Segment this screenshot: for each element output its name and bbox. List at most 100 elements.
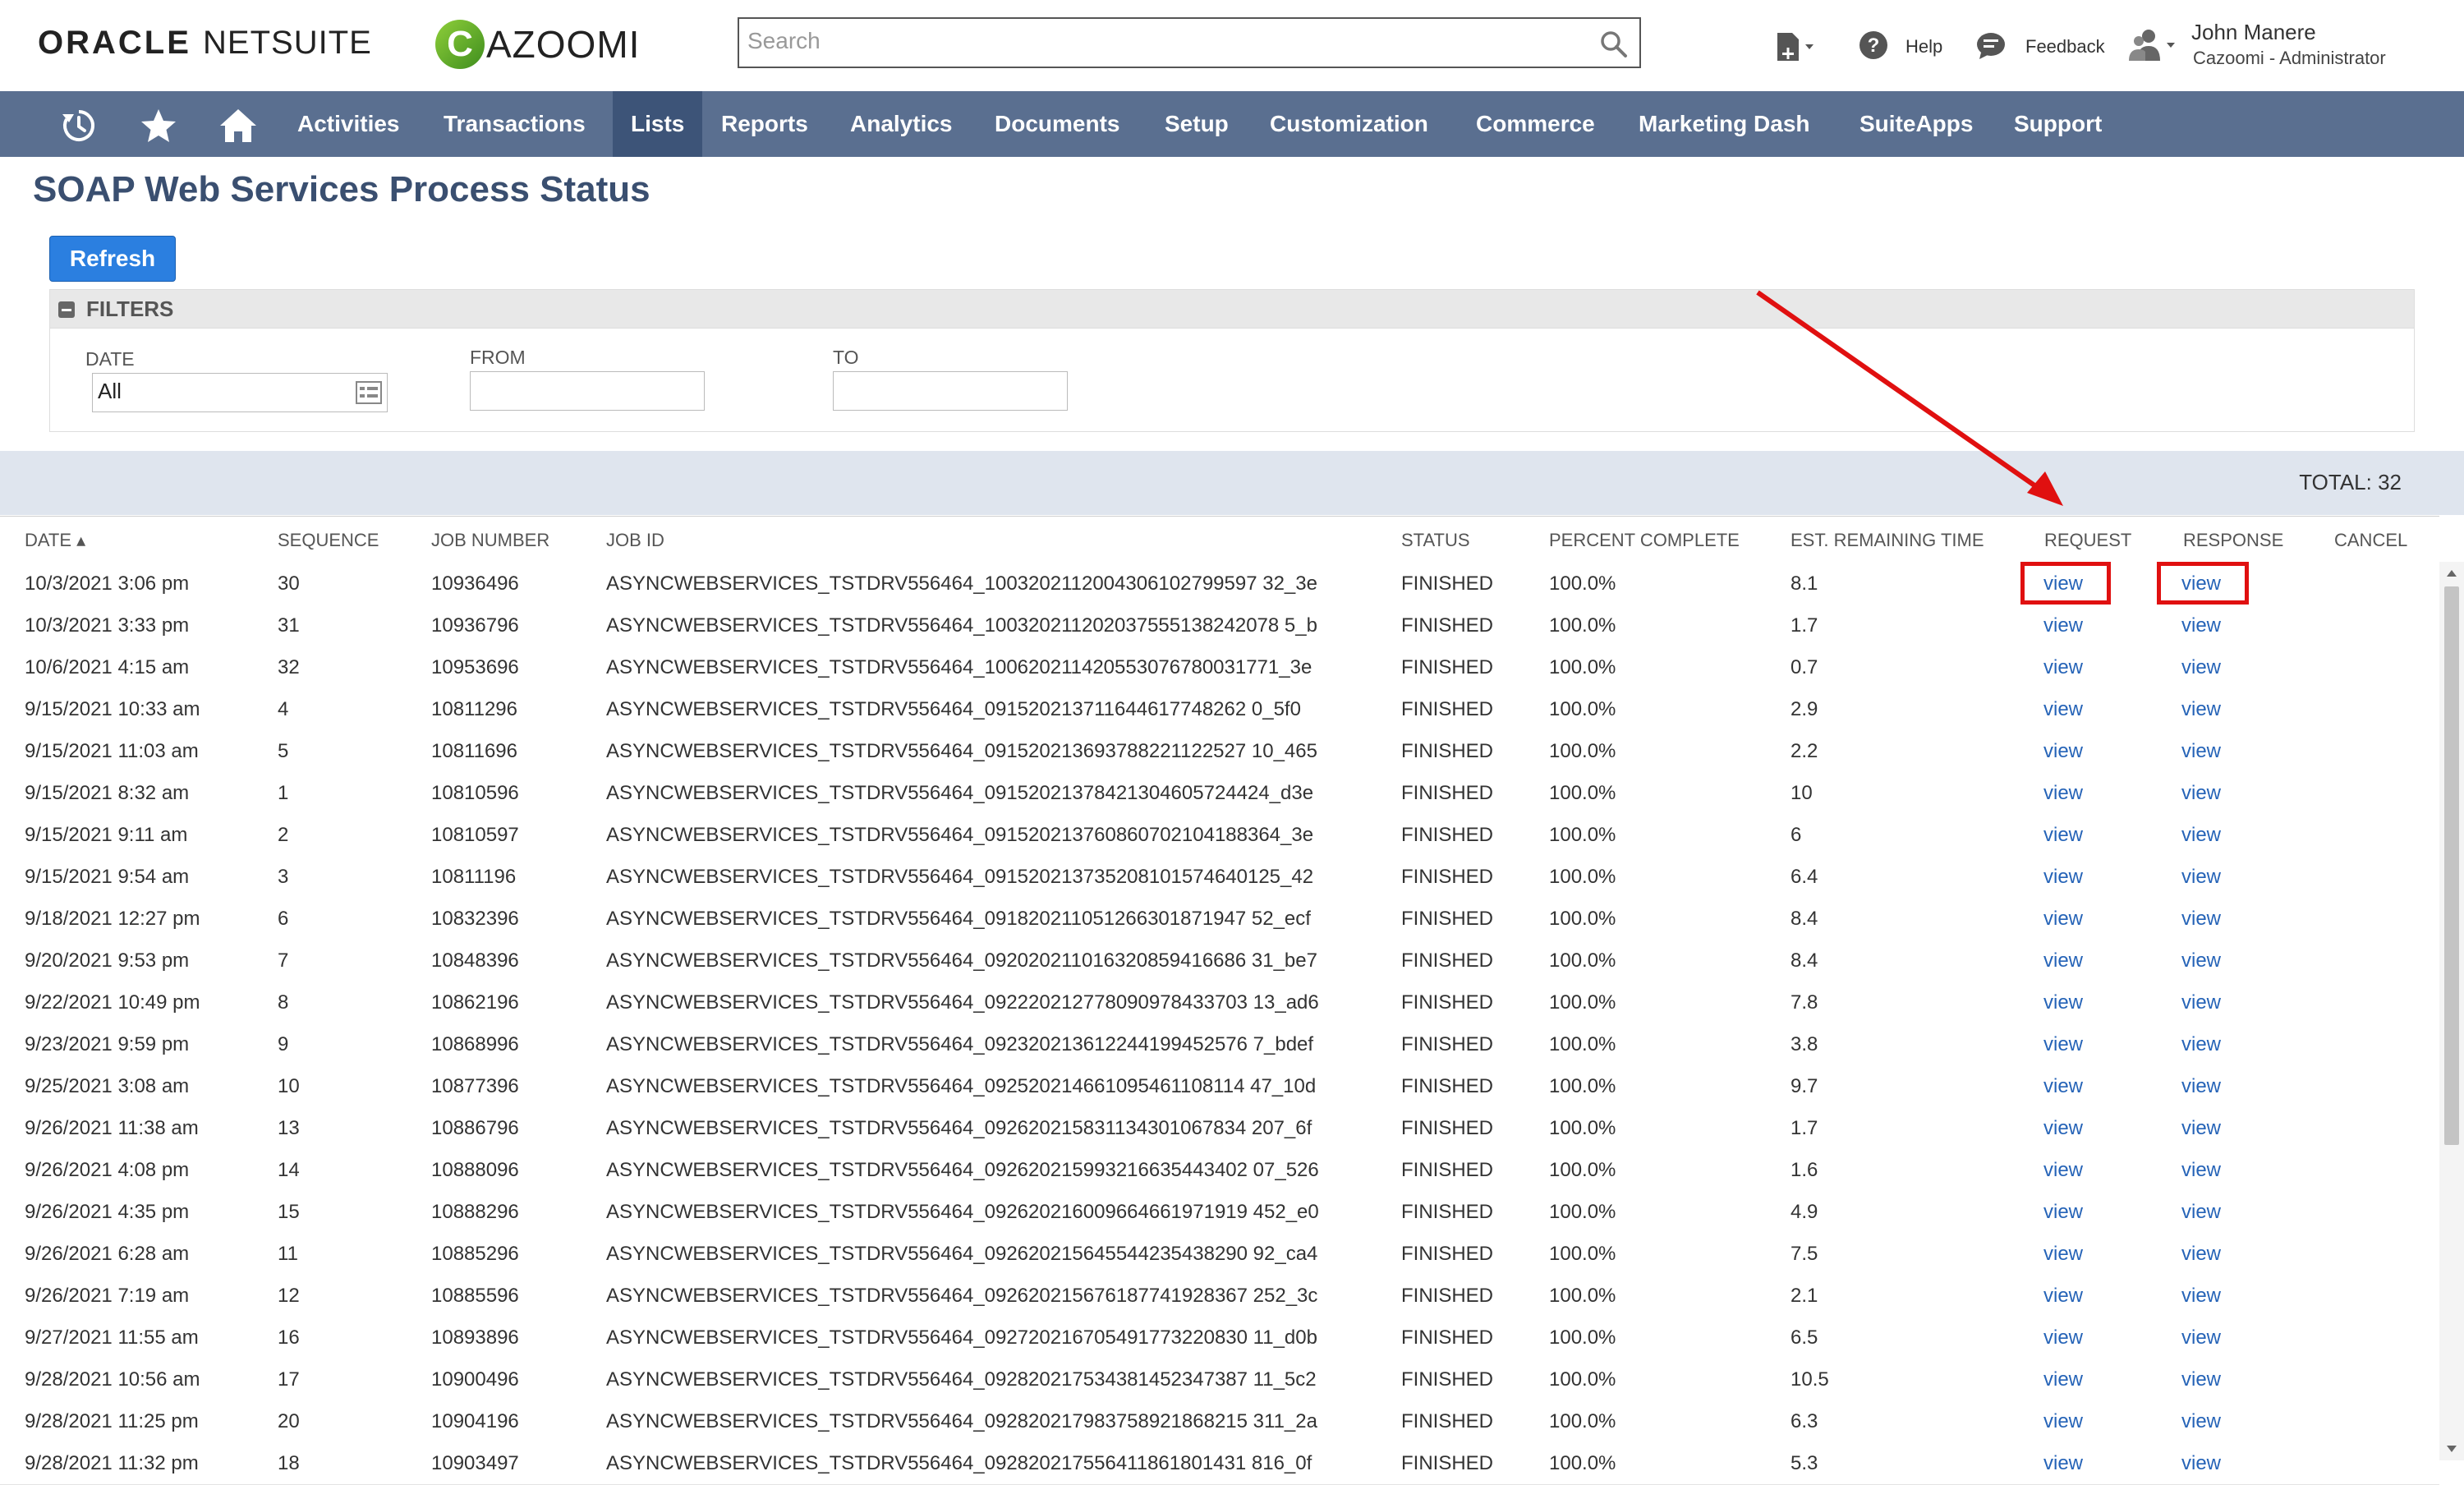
- response-view-link[interactable]: view: [2181, 1368, 2221, 1391]
- request-view-link[interactable]: view: [2043, 1243, 2083, 1266]
- request-view-link[interactable]: view: [2043, 1410, 2083, 1433]
- home-icon[interactable]: [218, 108, 258, 144]
- request-view-link[interactable]: view: [2043, 740, 2083, 763]
- user-role[interactable]: Cazoomi - Administrator: [2193, 48, 2386, 69]
- response-view-link[interactable]: view: [2181, 1075, 2221, 1098]
- response-view-link[interactable]: view: [2181, 698, 2221, 721]
- to-date-input[interactable]: [833, 371, 1068, 411]
- date-filter-select[interactable]: All: [92, 373, 388, 412]
- nav-item-setup[interactable]: Setup: [1165, 91, 1229, 157]
- header-job-id[interactable]: JOB ID: [606, 530, 664, 551]
- response-view-link[interactable]: view: [2181, 824, 2221, 847]
- nav-item-activities[interactable]: Activities: [297, 91, 400, 157]
- nav-item-marketing-dash[interactable]: Marketing Dash: [1639, 91, 1810, 157]
- feedback-icon[interactable]: [1974, 30, 2007, 62]
- nav-item-suiteapps[interactable]: SuiteApps: [1859, 91, 1973, 157]
- oracle-netsuite-logo[interactable]: ORACLE NETSUITE: [38, 25, 372, 62]
- row-percent-complete: 100.0%: [1549, 949, 1616, 972]
- nav-item-transactions[interactable]: Transactions: [444, 91, 586, 157]
- nav-item-commerce[interactable]: Commerce: [1476, 91, 1595, 157]
- user-name[interactable]: John Manere: [2191, 20, 2316, 45]
- collapse-minus-icon[interactable]: [58, 301, 75, 318]
- scroll-down-icon[interactable]: [2447, 1446, 2457, 1452]
- request-view-link[interactable]: view: [2043, 614, 2083, 637]
- response-view-link[interactable]: view: [2181, 908, 2221, 931]
- search-icon[interactable]: [1598, 29, 1628, 58]
- response-view-link[interactable]: view: [2181, 1159, 2221, 1182]
- help-link[interactable]: Help: [1905, 36, 1942, 57]
- from-date-input[interactable]: [470, 371, 705, 411]
- request-view-link[interactable]: view: [2043, 1117, 2083, 1140]
- search-input[interactable]: [739, 19, 1577, 63]
- request-view-link[interactable]: view: [2043, 1201, 2083, 1224]
- response-view-link[interactable]: view: [2181, 740, 2221, 763]
- header-est-remaining-time[interactable]: EST. REMAINING TIME: [1791, 530, 1984, 551]
- nav-item-lists[interactable]: Lists: [613, 91, 703, 157]
- request-view-link[interactable]: view: [2043, 866, 2083, 889]
- response-view-link[interactable]: view: [2181, 1285, 2221, 1308]
- refresh-button[interactable]: Refresh: [49, 236, 176, 282]
- header-percent-complete[interactable]: PERCENT COMPLETE: [1549, 530, 1740, 551]
- row-job-id: ASYNCWEBSERVICES_TSTDRV556464_0926202158…: [606, 1117, 1312, 1139]
- request-view-link[interactable]: view: [2043, 1159, 2083, 1182]
- nav-item-analytics[interactable]: Analytics: [850, 91, 953, 157]
- request-view-link[interactable]: view: [2043, 1285, 2083, 1308]
- request-view-link[interactable]: view: [2043, 824, 2083, 847]
- header-cancel[interactable]: CANCEL: [2334, 530, 2407, 551]
- nav-item-customization[interactable]: Customization: [1270, 91, 1428, 157]
- response-view-link[interactable]: view: [2181, 1326, 2221, 1349]
- nav-item-support[interactable]: Support: [2014, 91, 2102, 157]
- request-view-link[interactable]: view: [2043, 656, 2083, 679]
- row-job-id: ASYNCWEBSERVICES_TSTDRV556464_0915202137…: [606, 866, 1314, 888]
- list-select-icon[interactable]: [356, 381, 382, 404]
- shortcuts-star-icon[interactable]: [140, 108, 177, 144]
- response-view-link[interactable]: view: [2181, 614, 2221, 637]
- header-request[interactable]: REQUEST: [2044, 530, 2131, 551]
- response-view-link[interactable]: view: [2181, 782, 2221, 805]
- request-view-link[interactable]: view: [2043, 949, 2083, 972]
- response-view-link[interactable]: view: [2181, 1033, 2221, 1056]
- global-search[interactable]: [738, 17, 1641, 68]
- response-view-link[interactable]: view: [2181, 656, 2221, 679]
- header-status[interactable]: STATUS: [1401, 530, 1470, 551]
- header-date[interactable]: DATE ▴: [25, 530, 85, 551]
- request-view-link[interactable]: view: [2043, 1326, 2083, 1349]
- scroll-up-icon[interactable]: [2447, 570, 2457, 577]
- response-view-link[interactable]: view: [2181, 1452, 2221, 1475]
- request-view-link[interactable]: view: [2043, 1075, 2083, 1098]
- filters-header[interactable]: FILTERS: [50, 290, 2414, 329]
- nav-item-reports[interactable]: Reports: [721, 91, 808, 157]
- create-new-icon[interactable]: [1774, 31, 1820, 64]
- response-view-link[interactable]: view: [2181, 866, 2221, 889]
- row-sequence: 8: [278, 991, 289, 1014]
- request-view-link[interactable]: view: [2043, 782, 2083, 805]
- header-job-number[interactable]: JOB NUMBER: [431, 530, 549, 551]
- scroll-thumb[interactable]: [2444, 586, 2459, 1145]
- request-view-link[interactable]: view: [2043, 698, 2083, 721]
- row-est-remaining: 7.8: [1791, 991, 1818, 1014]
- table-scrollbar[interactable]: [2439, 562, 2464, 1460]
- request-view-link[interactable]: view: [2043, 1368, 2083, 1391]
- recent-records-icon[interactable]: [61, 108, 97, 144]
- cazoomi-logo[interactable]: C AZOOMI: [435, 18, 640, 71]
- response-view-link[interactable]: view: [2181, 1117, 2221, 1140]
- request-view-link[interactable]: view: [2043, 1452, 2083, 1475]
- response-view-link[interactable]: view: [2181, 1201, 2221, 1224]
- row-job-number: 10811696: [431, 740, 517, 762]
- row-est-remaining: 6.5: [1791, 1326, 1818, 1349]
- feedback-link[interactable]: Feedback: [2025, 36, 2105, 57]
- response-view-link[interactable]: view: [2181, 991, 2221, 1014]
- row-sequence: 18: [278, 1452, 300, 1474]
- request-view-link[interactable]: view: [2043, 991, 2083, 1014]
- nav-item-documents[interactable]: Documents: [995, 91, 1119, 157]
- header-sequence[interactable]: SEQUENCE: [278, 530, 379, 551]
- response-view-link[interactable]: view: [2181, 1243, 2221, 1266]
- help-icon[interactable]: ?: [1858, 30, 1889, 61]
- row-percent-complete: 100.0%: [1549, 1117, 1616, 1139]
- request-view-link[interactable]: view: [2043, 908, 2083, 931]
- user-roles-icon[interactable]: [2129, 28, 2181, 64]
- request-view-link[interactable]: view: [2043, 1033, 2083, 1056]
- header-response[interactable]: RESPONSE: [2183, 530, 2283, 551]
- response-view-link[interactable]: view: [2181, 949, 2221, 972]
- response-view-link[interactable]: view: [2181, 1410, 2221, 1433]
